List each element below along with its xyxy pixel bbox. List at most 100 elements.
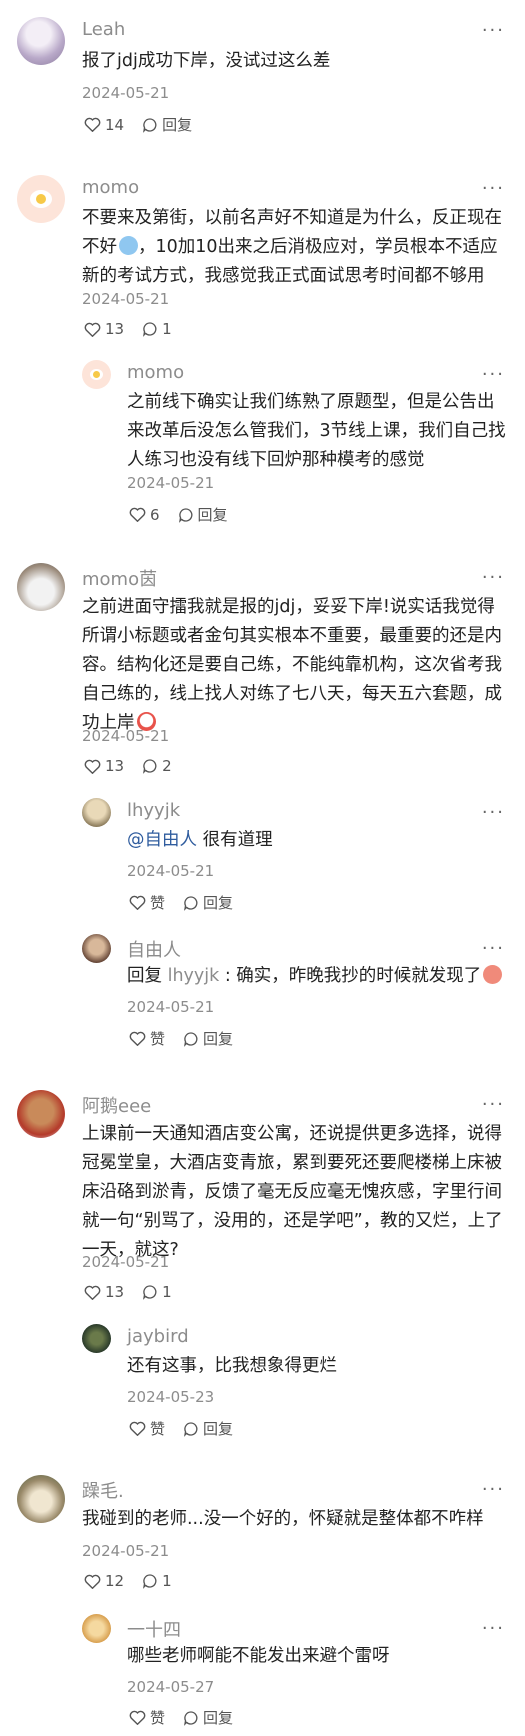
heart-icon [84, 117, 101, 132]
avatar[interactable] [82, 798, 111, 827]
like-button[interactable]: 赞 [129, 1418, 165, 1439]
reply-date: 2024-05-23 [127, 1388, 215, 1406]
like-button[interactable]: 赞 [129, 1028, 165, 1049]
avatar[interactable] [17, 17, 65, 65]
heart-icon [129, 1421, 146, 1436]
reply-text: @自由人 很有道理 [127, 830, 273, 850]
heart-icon [84, 1574, 101, 1589]
heart-icon [129, 1031, 146, 1046]
more-icon[interactable]: ··· [482, 22, 505, 40]
comment-text: 不要来及第街，以前名声好不知道是为什么，反正现在 不好 ，10加10出来之后消极应… [82, 208, 502, 286]
more-icon[interactable]: ··· [482, 1096, 505, 1114]
username[interactable]: lhyyjk [127, 800, 180, 821]
avatar[interactable] [82, 1324, 111, 1353]
mention-link[interactable]: @自由人 [127, 830, 197, 850]
username[interactable]: momo茵 [82, 565, 157, 591]
reply-actions: 赞 回复 [129, 1028, 251, 1049]
comment-actions: 12 1 [84, 1572, 190, 1590]
comment-text: 之前进面守擂我就是报的jdj，妥妥下岸!说实话我觉得 所谓小标题或者金句其实根本… [82, 597, 502, 733]
like-button[interactable]: 13 [84, 757, 124, 775]
like-button[interactable]: 14 [84, 116, 124, 134]
reply-button[interactable]: 1 [142, 1572, 172, 1590]
reply-actions: 赞 回复 [129, 892, 251, 913]
username[interactable]: 自由人 [127, 936, 181, 962]
comment-bubble-icon [143, 1574, 157, 1589]
more-icon[interactable]: ··· [482, 1481, 505, 1499]
heart-icon [84, 322, 101, 337]
crying-emoji-icon [119, 236, 138, 255]
more-icon[interactable]: ··· [482, 366, 505, 384]
reply-button[interactable]: 回复 [178, 504, 228, 525]
more-icon[interactable]: ··· [482, 804, 505, 822]
comment-text: 上课前一天通知酒店变公寓，还说提供更多选择，说得 冠冕堂皇，大酒店变青旅，累到要… [82, 1124, 503, 1260]
username[interactable]: jaybird [127, 1326, 189, 1347]
reply-button[interactable]: 回复 [183, 1418, 233, 1439]
more-icon[interactable]: ··· [482, 940, 505, 958]
heart-icon [129, 1710, 146, 1725]
comment-bubble-icon [184, 895, 198, 911]
reply-text: 之前线下确实让我们练熟了原题型，但是公告出 来改革后没怎么管我们，3节线上课，我… [127, 392, 506, 470]
comment-actions: 13 2 [84, 757, 190, 775]
reply-text: 回复 lhyyjk : 确实，昨晚我抄的时候就发现了 [127, 962, 503, 991]
avatar[interactable] [17, 563, 65, 611]
comment-bubble-icon [143, 117, 157, 133]
comment-text: 我碰到的老师...没一个好的，怀疑就是整体都不咋样 [82, 1509, 484, 1529]
reply-button[interactable]: 2 [142, 757, 172, 775]
username[interactable]: Leah [82, 19, 125, 40]
like-button[interactable]: 13 [84, 320, 124, 338]
username[interactable]: momo [82, 177, 139, 198]
comment-bubble-icon [143, 759, 157, 774]
reply-button[interactable]: 回复 [183, 1707, 233, 1728]
reply-text: 哪些老师啊能不能发出来避个雷呀 [127, 1646, 390, 1666]
like-button[interactable]: 赞 [129, 892, 165, 913]
comment-bubble-icon [143, 1285, 157, 1300]
reply-date: 2024-05-27 [127, 1678, 215, 1696]
reply-date: 2024-05-21 [127, 998, 215, 1016]
avatar[interactable] [17, 1475, 65, 1523]
heart-icon [84, 1285, 101, 1300]
avatar[interactable] [82, 934, 111, 963]
laughing-emoji-icon [483, 965, 503, 984]
comment-date: 2024-05-21 [82, 1542, 170, 1560]
username[interactable]: 躁毛. [82, 1477, 124, 1503]
comment-actions: 13 1 [84, 1283, 190, 1301]
like-button[interactable]: 12 [84, 1572, 124, 1590]
avatar[interactable] [17, 175, 65, 223]
reply-actions: 赞 回复 [129, 1418, 251, 1439]
comment-date: 2024-05-21 [82, 1253, 170, 1271]
avatar[interactable] [82, 1614, 111, 1643]
comment-date: 2024-05-21 [82, 290, 170, 308]
heart-icon [129, 507, 146, 522]
like-button[interactable]: 赞 [129, 1707, 165, 1728]
reply-date: 2024-05-21 [127, 862, 215, 880]
heart-icon [84, 759, 101, 774]
reply-button[interactable]: 1 [142, 320, 172, 338]
comment-bubble-icon [178, 507, 193, 523]
reply-button[interactable]: 回复 [142, 114, 192, 135]
comment-bubble-icon [184, 1031, 198, 1047]
heart-icon [129, 895, 146, 910]
reply-target-link[interactable]: lhyyjk [168, 966, 220, 986]
comment-date: 2024-05-21 [82, 727, 170, 745]
reply-button[interactable]: 1 [142, 1283, 172, 1301]
reply-button[interactable]: 回复 [183, 1028, 233, 1049]
more-icon[interactable]: ··· [482, 569, 505, 587]
reply-date: 2024-05-21 [127, 474, 215, 492]
comment-text: 报了jdj成功下岸，没试过这么差 [82, 51, 331, 71]
reply-actions: 赞 回复 [129, 1707, 251, 1728]
reply-text: 还有这事，比我想象得更烂 [127, 1356, 337, 1376]
avatar[interactable] [82, 360, 111, 389]
username[interactable]: momo [127, 362, 184, 383]
like-button[interactable]: 13 [84, 1283, 124, 1301]
comment-actions: 13 1 [84, 320, 190, 338]
comment-actions: 14 回复 [84, 114, 210, 135]
comment-bubble-icon [184, 1421, 198, 1437]
more-icon[interactable]: ··· [482, 1620, 505, 1638]
username[interactable]: 一十四 [127, 1616, 181, 1642]
like-button[interactable]: 6 [129, 506, 160, 524]
comment-bubble-icon [143, 322, 157, 337]
reply-button[interactable]: 回复 [183, 892, 233, 913]
avatar[interactable] [17, 1090, 65, 1138]
more-icon[interactable]: ··· [482, 180, 505, 198]
username[interactable]: 阿鹅eee [82, 1092, 151, 1118]
